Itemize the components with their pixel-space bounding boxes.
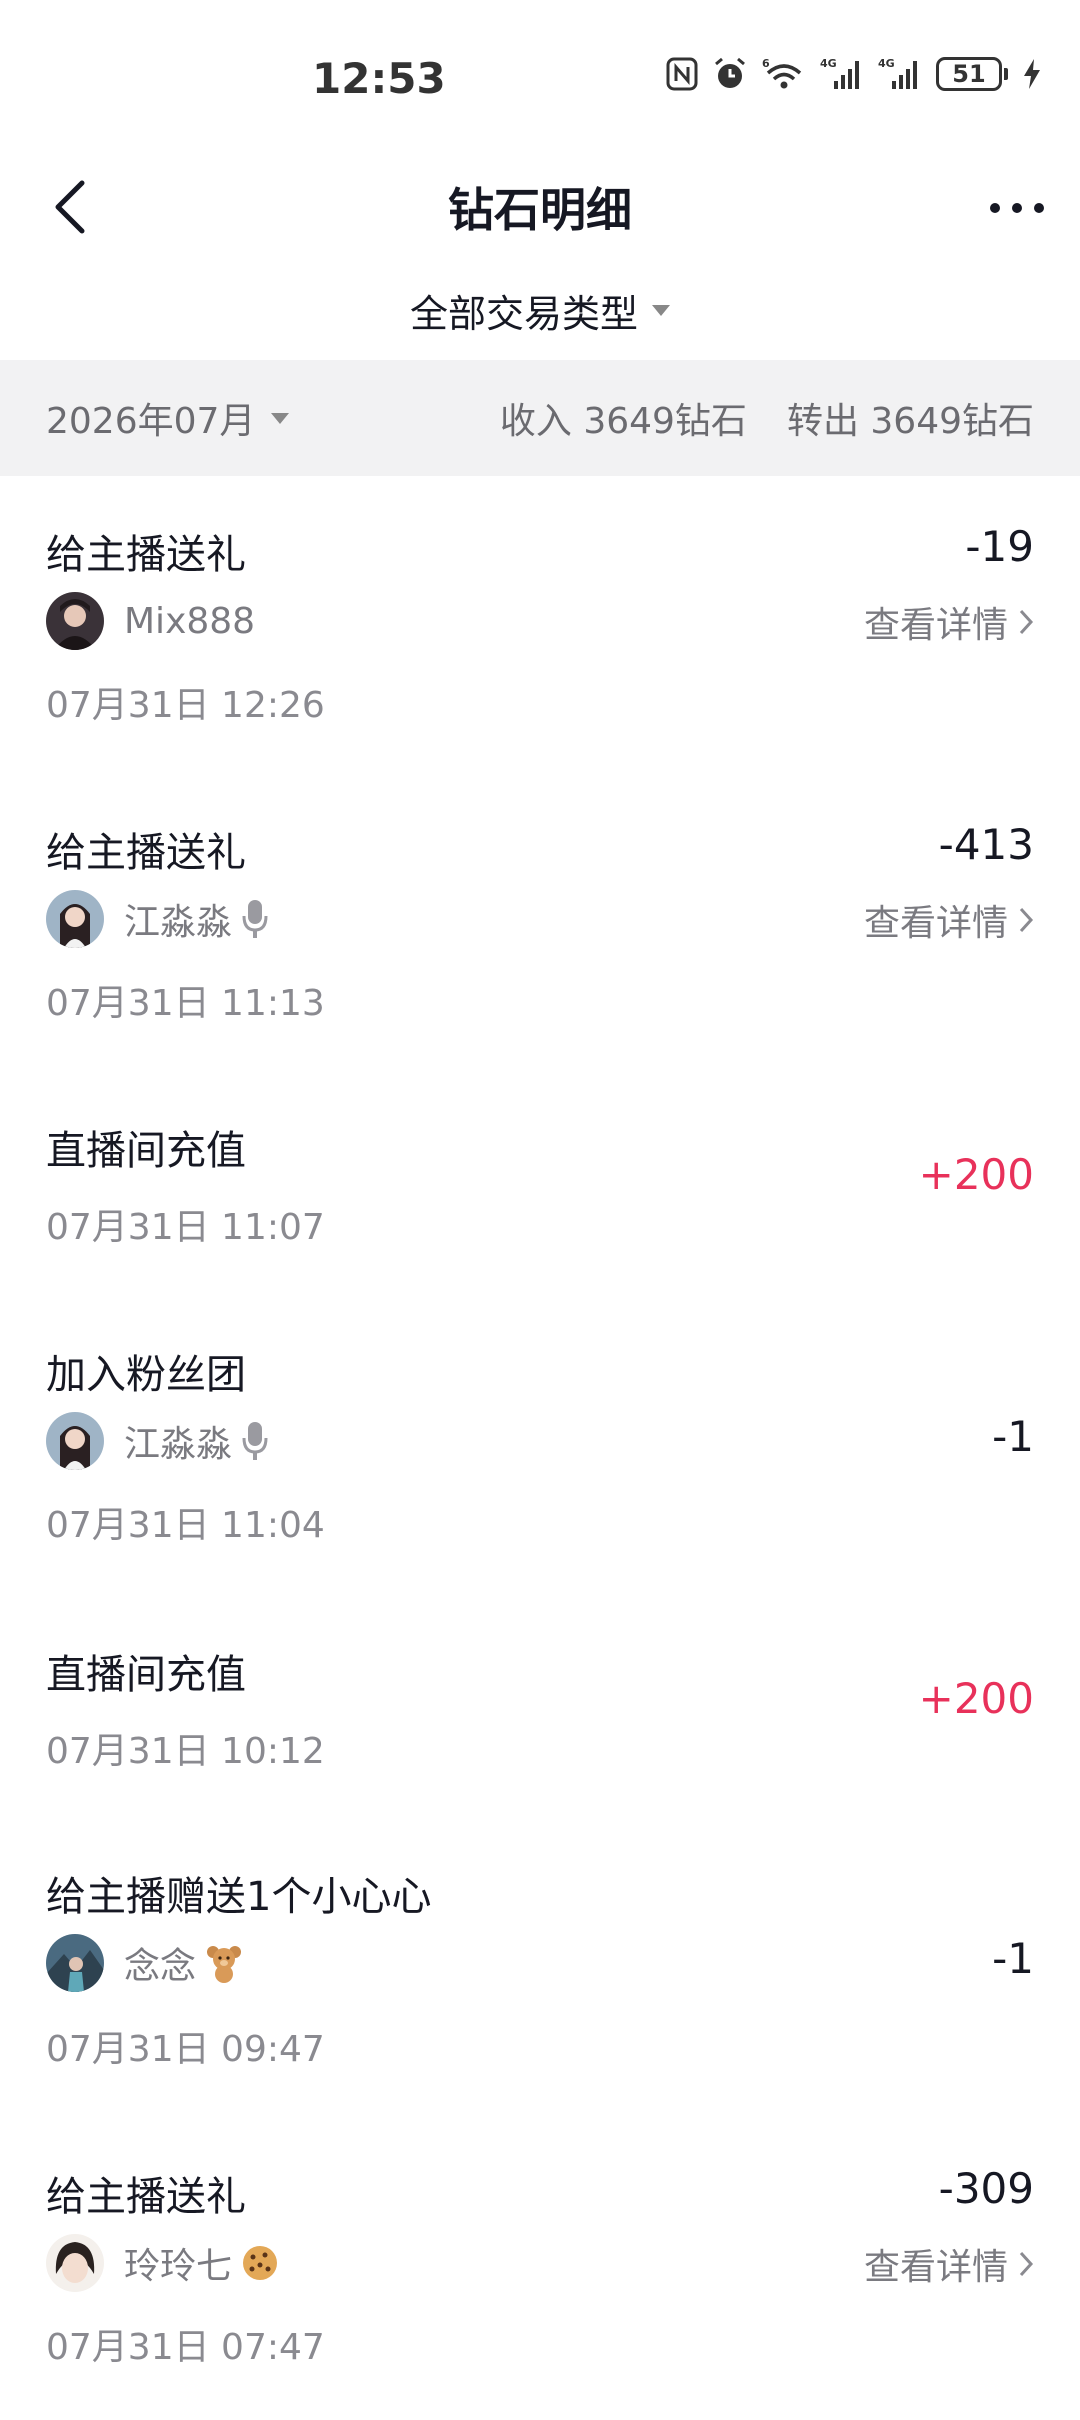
chevron-right-icon <box>1019 609 1034 635</box>
nav-bar: 钻石明细 <box>0 160 1080 250</box>
transaction-user: 江淼淼 <box>46 1412 270 1470</box>
teddy-bear-icon <box>207 1946 242 1983</box>
transfer-out-total: 转出 3649钻石 <box>786 401 1034 442</box>
transaction-time: 07月31日 07:47 <box>46 2327 325 2368</box>
view-details-link[interactable]: 查看详情 <box>864 596 1034 648</box>
status-time: 12:53 <box>312 54 446 103</box>
income-total: 收入 3649钻石 <box>499 401 747 442</box>
transaction-time: 07月31日 11:04 <box>46 1505 325 1546</box>
transaction-user: Mix888 <box>46 592 255 650</box>
view-details-label: 查看详情 <box>863 605 1008 646</box>
transaction-time: 07月31日 12:26 <box>46 685 325 726</box>
transaction-amount: -1 <box>992 1412 1034 1461</box>
avatar <box>46 2234 104 2292</box>
battery-indicator: 51 <box>936 57 1008 91</box>
month-selector[interactable]: 2026年07月 <box>46 360 290 476</box>
svg-text:6: 6 <box>762 57 770 70</box>
filter-label: 全部交易类型 <box>409 291 638 336</box>
view-details-link[interactable]: 查看详情 <box>864 2238 1034 2290</box>
status-icons: 6 4G 4G 51 <box>666 56 1042 92</box>
user-name: 玲玲七 <box>124 2246 233 2287</box>
view-details-label: 查看详情 <box>863 2247 1008 2288</box>
summary-bar: 2026年07月 收入 3649钻石 转出 3649钻石 <box>0 360 1080 476</box>
summary-totals: 收入 3649钻石 转出 3649钻石 <box>500 360 1034 476</box>
battery-level: 51 <box>936 57 1002 91</box>
avatar <box>46 592 104 650</box>
transaction-amount: -1 <box>992 1934 1034 1983</box>
transaction-title: 给主播赠送1个小心心 <box>46 1874 432 1920</box>
list-item[interactable]: 直播间充值 07月31日 10:12 +200 <box>0 1596 1080 1820</box>
user-name: Mix888 <box>124 600 256 642</box>
transaction-title: 给主播送礼 <box>46 2174 246 2220</box>
svg-text:4G: 4G <box>820 57 837 70</box>
list-item[interactable]: 给主播送礼 玲玲七 07月31日 07:47 -309 查看详情 <box>0 2120 1080 2420</box>
page-title: 钻石明细 <box>448 183 632 237</box>
chevron-down-icon <box>652 304 670 316</box>
chevron-down-icon <box>271 412 290 424</box>
transaction-user: 江淼淼 <box>46 890 270 948</box>
transaction-title: 直播间充值 <box>46 1652 246 1698</box>
transaction-amount: +200 <box>918 1150 1034 1199</box>
more-icon <box>990 203 1044 213</box>
alarm-icon <box>715 57 745 88</box>
signal-4g-icon-2: 4G <box>878 57 917 89</box>
transaction-title: 给主播送礼 <box>46 830 246 876</box>
avatar <box>46 1412 104 1470</box>
chevron-right-icon <box>1019 2251 1034 2277</box>
microphone-icon <box>242 900 268 938</box>
user-name: 江淼淼 <box>124 902 233 943</box>
list-item[interactable]: 给主播送礼 Mix888 07月31日 12:26 -19 查看详情 <box>0 476 1080 776</box>
transaction-time: 07月31日 11:13 <box>46 983 325 1024</box>
view-details-label: 查看详情 <box>863 903 1008 944</box>
user-name: 念念 <box>124 1946 197 1987</box>
svg-text:4G: 4G <box>878 57 895 70</box>
list-item[interactable]: 给主播赠送1个小心心 念念 07月31日 09:47 -1 <box>0 1820 1080 2120</box>
transaction-time: 07月31日 10:12 <box>46 1731 325 1772</box>
charging-icon <box>1024 59 1040 89</box>
list-item[interactable]: 直播间充值 07月31日 11:07 +200 <box>0 1074 1080 1296</box>
transaction-title: 加入粉丝团 <box>46 1352 246 1398</box>
more-options-button[interactable] <box>982 188 1052 228</box>
user-name: 江淼淼 <box>124 1424 233 1465</box>
transaction-user: 念念 <box>46 1934 244 1992</box>
transaction-amount: -309 <box>938 2164 1034 2213</box>
month-label: 2026年07月 <box>46 401 256 442</box>
transaction-time: 07月31日 11:07 <box>46 1207 325 1248</box>
chevron-right-icon <box>1019 907 1034 933</box>
transaction-amount: +200 <box>918 1674 1034 1723</box>
transaction-amount: -413 <box>938 820 1034 869</box>
list-item[interactable]: 给主播送礼 江淼淼 07月31日 11:13 -413 查看详情 <box>0 776 1080 1074</box>
nfc-icon <box>666 57 698 91</box>
transaction-amount: -19 <box>965 522 1034 571</box>
transaction-time: 07月31日 09:47 <box>46 2029 325 2070</box>
transaction-list: 给主播送礼 Mix888 07月31日 12:26 -19 查看详情 给主播送礼… <box>0 476 1080 2420</box>
transaction-title: 直播间充值 <box>46 1128 246 1174</box>
avatar <box>46 1934 104 1992</box>
transaction-type-filter[interactable]: 全部交易类型 <box>410 283 670 338</box>
cookie-icon <box>243 2246 278 2280</box>
transaction-title: 给主播送礼 <box>46 532 246 578</box>
signal-4g-icon: 4G <box>820 57 859 89</box>
transaction-user: 玲玲七 <box>46 2234 280 2292</box>
avatar <box>46 890 104 948</box>
list-item[interactable]: 加入粉丝团 江淼淼 07月31日 11:04 -1 <box>0 1296 1080 1596</box>
wifi-icon: 6 <box>762 57 802 89</box>
microphone-icon <box>242 1422 268 1460</box>
status-bar: 12:53 6 4G 4G 51 <box>0 0 1080 160</box>
view-details-link[interactable]: 查看详情 <box>864 894 1034 946</box>
filter-row: 全部交易类型 <box>0 270 1080 350</box>
